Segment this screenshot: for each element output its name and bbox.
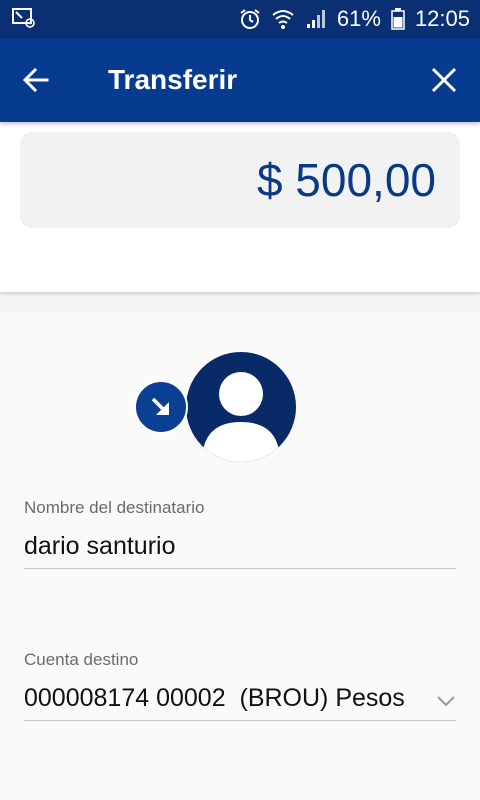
alarm-icon <box>239 8 261 30</box>
transfer-form: Nombre del destinatario dario santurio C… <box>0 492 480 800</box>
destination-account-select[interactable]: 000008174 00002 (BROU) Pesos <box>24 684 405 713</box>
arrow-down-right-icon <box>134 380 188 434</box>
back-button[interactable] <box>18 62 54 98</box>
recipient-name-underline <box>24 568 456 569</box>
page-title: Transferir <box>108 64 238 95</box>
close-button[interactable] <box>426 62 462 98</box>
battery-percent: 61% <box>336 6 381 31</box>
recipient-name-label: Nombre del destinatario <box>24 498 205 517</box>
destination-account-underline <box>24 720 456 721</box>
signal-icon <box>305 8 327 30</box>
recipient-avatar-area <box>0 312 480 492</box>
destination-account-label: Cuenta destino <box>24 650 139 669</box>
amount-value: $ 500,00 <box>256 154 436 206</box>
chevron-down-icon[interactable] <box>436 694 456 708</box>
arrow-left-icon <box>22 67 49 93</box>
close-icon <box>431 67 457 93</box>
screen-mirror-notification-icon <box>12 8 36 28</box>
section-divider <box>0 292 480 312</box>
app-bar: Transferir <box>0 38 480 122</box>
amount-field[interactable]: $ 500,00 <box>20 132 460 228</box>
amount-section: $ 500,00 <box>0 122 480 292</box>
status-bar: 61% 12:05 <box>0 0 480 38</box>
recipient-name-field[interactable]: dario santurio <box>24 532 175 561</box>
clock-time: 12:05 <box>414 6 470 31</box>
wifi-icon <box>271 8 295 30</box>
user-avatar-icon <box>186 352 296 462</box>
battery-icon <box>391 8 405 30</box>
